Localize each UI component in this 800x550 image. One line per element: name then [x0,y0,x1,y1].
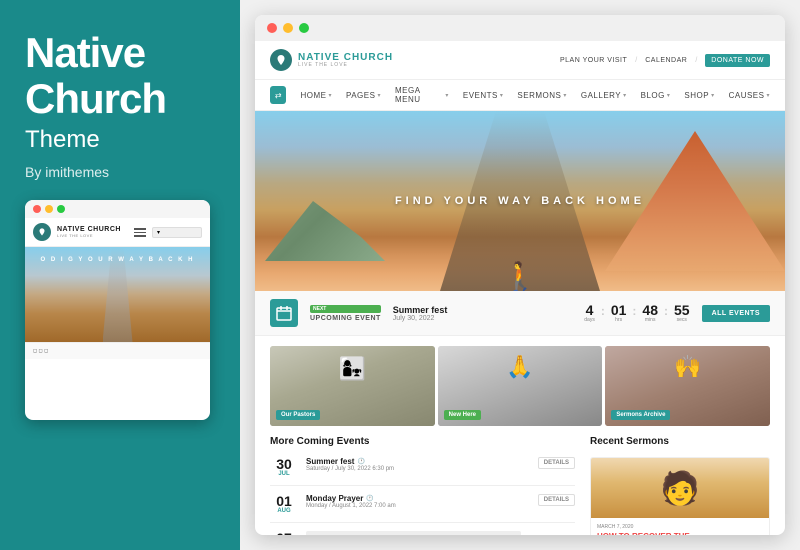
event-date-block-3: 07 AUG [270,531,298,535]
theme-author: By imithemes [25,164,215,180]
desktop-navbar: NATIVE CHURCH LIVE THE LOVE PLAN YOUR VI… [255,41,785,80]
event-details-2: Monday Prayer 🕐 Monday / August 1, 2022 … [306,494,530,509]
desktop-preview: NATIVE CHURCH LIVE THE LOVE PLAN YOUR VI… [255,15,785,535]
card-new-here[interactable]: 🙏 New Here [438,346,603,426]
desktop-titlebar [255,15,785,41]
sermon-title: HOW TO RECOVER THE CUTTING EDGE [597,532,763,535]
event-details-3 [306,531,575,535]
countdown-secs: 55 secs [674,303,690,323]
theme-subtitle: Theme [25,126,215,154]
mobile-dot-yellow [45,205,53,213]
desktop-logo-name: NATIVE CHURCH [298,53,393,63]
menu-mega[interactable]: MEGA MENU ▾ [395,86,449,104]
share-icon[interactable]: ⇄ [270,86,286,104]
calendar-icon [270,299,298,327]
desktop-content: NATIVE CHURCH LIVE THE LOVE PLAN YOUR VI… [255,41,785,535]
upcoming-label: UPCOMING EVENT [310,315,381,322]
desktop-dot-red [267,23,277,33]
event-name: Summer fest [393,305,572,315]
event-details-1: Summer fest 🕐 Saturday / July 30, 2022 6… [306,457,530,472]
event-info: Summer fest July 30, 2022 [393,305,572,322]
menu-sermons[interactable]: SERMONS ▾ [517,91,566,100]
mobile-preview: NATIVE CHURCH LIVE THE LOVE ▾ O D I G Y … [25,200,210,420]
right-panel: NATIVE CHURCH LIVE THE LOVE PLAN YOUR VI… [240,0,800,550]
event-list-item-1: 30 JUL Summer fest 🕐 Saturday / July 30,… [270,457,575,477]
mobile-logo-sub: LIVE THE LOVE [57,233,121,238]
bottom-content: More Coming Events 30 JUL Summer fest 🕐 [255,436,785,535]
event-date-block-2: 01 AUG [270,494,298,514]
image-cards-row: 👩‍👧 Our Pastors 🙏 New Here 🙌 Sermons Arc… [255,336,785,436]
hero-mountain-left [265,201,385,261]
mobile-select[interactable]: ▾ [152,227,202,238]
events-countdown-bar: NEXT UPCOMING EVENT Summer fest July 30,… [255,291,785,336]
countdown-days: 4 days [584,303,595,323]
more-events-section: More Coming Events 30 JUL Summer fest 🕐 [270,436,590,535]
event-list-item-2: 01 AUG Monday Prayer 🕐 Monday / August 1… [270,494,575,514]
countdown-mins: 48 mins [642,303,658,323]
menu-events[interactable]: EVENTS ▾ [463,91,504,100]
card-pastors[interactable]: 👩‍👧 Our Pastors [270,346,435,426]
mobile-logo-icon [33,223,51,241]
countdown: 4 days : 01 hrs : 48 mins : 55 [584,303,689,323]
desktop-dot-green [299,23,309,33]
theme-name-line1: Native Church [25,30,215,122]
more-events-title: More Coming Events [270,436,575,447]
all-events-button[interactable]: ALL EVENTS [702,305,770,322]
recent-sermons-title: Recent Sermons [590,436,770,447]
theme-title-block: Native Church Theme [25,30,215,154]
event-placeholder [306,531,521,535]
next-badge: NEXT [310,305,381,313]
sermon-card[interactable]: 🧑 MARCH 7, 2020 HOW TO RECOVER THE CUTTI… [590,457,770,535]
menu-home[interactable]: HOME ▾ [300,91,332,100]
mobile-hero-text: O D I G Y O U R W A Y B A C K H [40,257,194,263]
menu-shop[interactable]: SHOP ▾ [684,91,714,100]
mobile-hero: O D I G Y O U R W A Y B A C K H [25,247,210,342]
card-label-sermons: Sermons Archive [611,410,670,420]
mobile-footer: ◻ ◻ ◻ [25,342,210,359]
card-sermons[interactable]: 🙌 Sermons Archive [605,346,770,426]
desktop-logo: NATIVE CHURCH LIVE THE LOVE [270,49,393,71]
card-label-pastors: Our Pastors [276,410,320,420]
divider-2 [270,522,575,523]
sermon-thumbnail: 🧑 [591,458,769,518]
event-date-block-1: 30 JUL [270,457,298,477]
mobile-hamburger-icon [134,228,146,237]
menu-blog[interactable]: BLOG ▾ [641,91,671,100]
menu-causes[interactable]: CAUSES ▾ [729,91,770,100]
mobile-navbar: NATIVE CHURCH LIVE THE LOVE ▾ [25,218,210,247]
menu-pages[interactable]: PAGES ▾ [346,91,381,100]
plan-visit-link[interactable]: PLAN YOUR VISIT [560,57,627,64]
donate-button[interactable]: DONATE NOW [705,54,770,67]
sermon-date: MARCH 7, 2020 [597,524,763,530]
desktop-logo-tagline: LIVE THE LOVE [298,63,393,68]
sermon-info: MARCH 7, 2020 HOW TO RECOVER THE CUTTING… [591,518,769,535]
countdown-hrs: 01 hrs [611,303,627,323]
divider-1 [270,485,575,486]
desktop-logo-icon [270,49,292,71]
event-details-btn-1[interactable]: DETAILS [538,457,575,469]
hero-figure: 🚶 [503,263,538,291]
calendar-link[interactable]: CALENDAR [645,57,687,64]
desktop-topbar-links: PLAN YOUR VISIT / CALENDAR / DONATE NOW [560,54,770,67]
next-badge-wrap: NEXT UPCOMING EVENT [310,305,381,322]
desktop-hero: FIND YOUR WAY BACK HOME 🚶 [255,111,785,291]
menu-gallery[interactable]: GALLERY ▾ [581,91,627,100]
mobile-dot-green [57,205,65,213]
left-panel: Native Church Theme By imithemes NATIVE … [0,0,240,550]
desktop-menubar: ⇄ HOME ▾ PAGES ▾ MEGA MENU ▾ EVENTS ▾ SE… [255,80,785,111]
event-date: July 30, 2022 [393,315,572,322]
desktop-logo-text: NATIVE CHURCH LIVE THE LOVE [298,53,393,68]
card-label-new-here: New Here [444,410,481,420]
hero-text: FIND YOUR WAY BACK HOME [395,195,645,207]
mobile-dot-red [33,205,41,213]
mobile-titlebar [25,200,210,218]
mobile-logo-text: NATIVE CHURCH [57,226,121,233]
event-list-item-3: 07 AUG [270,531,575,535]
recent-sermons-section: Recent Sermons 🧑 MARCH 7, 2020 HOW TO RE… [590,436,770,535]
desktop-dot-yellow [283,23,293,33]
event-details-btn-2[interactable]: DETAILS [538,494,575,506]
